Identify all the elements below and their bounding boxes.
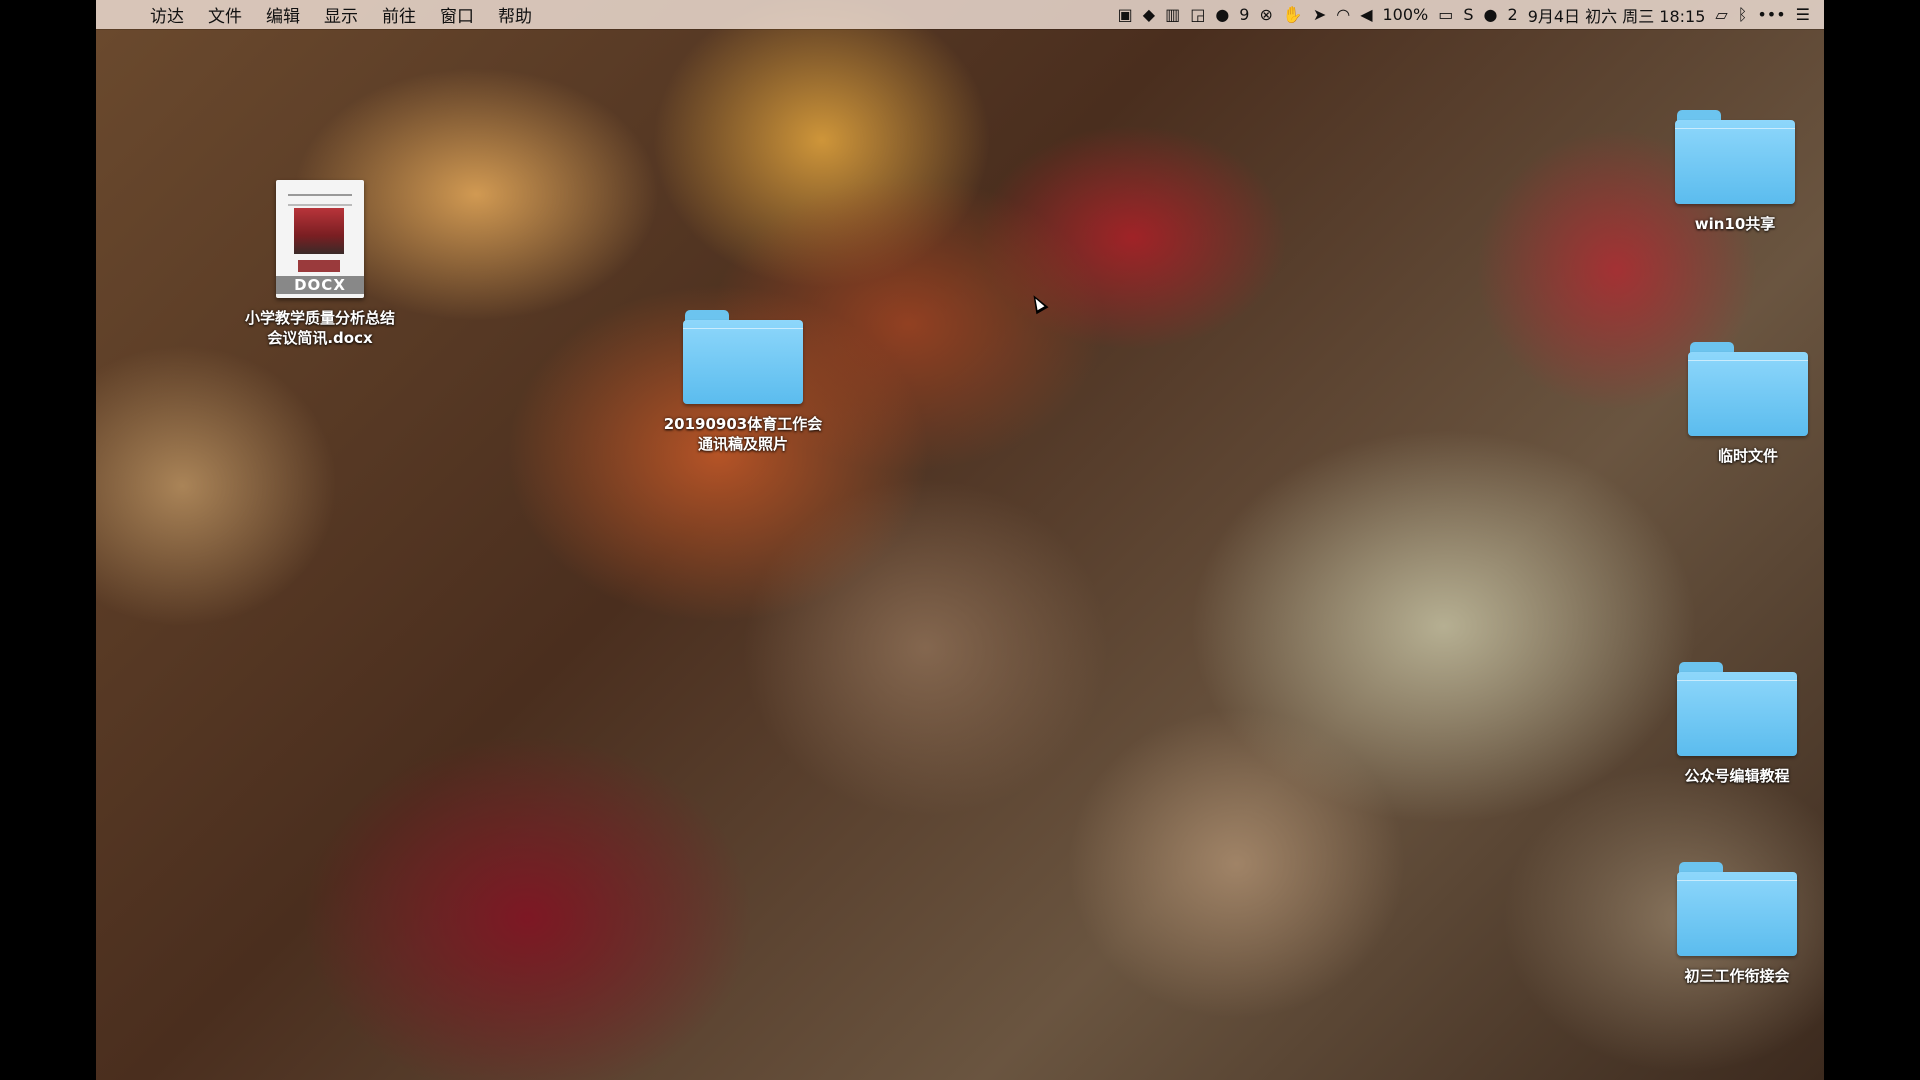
wechat-icon[interactable]: ●: [1484, 6, 1498, 23]
folder-label: win10共享: [1694, 215, 1776, 233]
hand-icon[interactable]: ✋: [1283, 6, 1303, 23]
menu-file[interactable]: 文件: [208, 2, 242, 27]
file-label: 小学教学质量分析总结会议简讯.docx: [244, 309, 395, 347]
desktop-screen: 访达 文件 编辑 显示 前往 窗口 帮助 ▣ ◆ ▥ ◲ ● 9 ⊗ ✋ ➤ ◠…: [96, 0, 1824, 1080]
bluetooth-icon[interactable]: ᛒ: [1738, 6, 1748, 23]
bell-icon[interactable]: ●: [1215, 6, 1229, 23]
folder-icon: [1675, 110, 1795, 204]
menu-view[interactable]: 显示: [324, 2, 358, 27]
battery-percent: 100%: [1382, 5, 1429, 24]
docx-file-icon: DOCX: [276, 180, 364, 298]
menu-edit[interactable]: 编辑: [266, 2, 300, 27]
airplay-icon[interactable]: ▱: [1715, 6, 1727, 23]
notification-count: 9: [1239, 5, 1250, 24]
send-icon[interactable]: ➤: [1313, 6, 1326, 23]
more-icon[interactable]: •••: [1757, 6, 1785, 23]
folder-icon: [683, 310, 803, 404]
menu-bar: 访达 文件 编辑 显示 前往 窗口 帮助 ▣ ◆ ▥ ◲ ● 9 ⊗ ✋ ➤ ◠…: [96, 0, 1824, 29]
menu-window[interactable]: 窗口: [440, 2, 474, 27]
book-icon[interactable]: ▥: [1165, 6, 1180, 23]
desktop-folder-wechat-tutorial[interactable]: 公众号编辑教程: [1657, 662, 1817, 786]
battery-icon[interactable]: ▭: [1438, 6, 1453, 23]
folder-icon: [1677, 662, 1797, 756]
no-sign-icon[interactable]: ⊗: [1259, 6, 1272, 23]
desktop-folder-sports[interactable]: 20190903体育工作会通讯稿及照片: [663, 310, 823, 454]
folder-label: 公众号编辑教程: [1684, 767, 1790, 785]
folder-label: 临时文件: [1717, 447, 1778, 465]
volume-icon[interactable]: ◀: [1360, 6, 1372, 23]
menu-finder[interactable]: 访达: [150, 2, 184, 27]
desktop-folder-win10-share[interactable]: win10共享: [1655, 110, 1815, 234]
folder-icon: [1677, 862, 1797, 956]
wechat-count: 2: [1507, 5, 1518, 24]
date-time[interactable]: 9月4日 初六 周三 18:15: [1528, 3, 1706, 27]
menu-help[interactable]: 帮助: [498, 2, 532, 27]
fox-icon[interactable]: ◆: [1143, 6, 1155, 23]
desktop-folder-grade9[interactable]: 初三工作衔接会: [1657, 862, 1817, 986]
file-ext-label: DOCX: [276, 276, 364, 294]
scan-icon[interactable]: ◲: [1190, 6, 1205, 23]
screen-record-icon[interactable]: ▣: [1118, 6, 1133, 23]
desktop-file-docx[interactable]: DOCX 小学教学质量分析总结会议简讯.docx: [240, 180, 400, 348]
notification-center-icon[interactable]: ☰: [1796, 6, 1810, 23]
desktop-folder-temp[interactable]: 临时文件: [1668, 342, 1824, 466]
s-app-icon[interactable]: S: [1463, 6, 1473, 23]
folder-label: 初三工作衔接会: [1684, 967, 1790, 985]
status-area: ▣ ◆ ▥ ◲ ● 9 ⊗ ✋ ➤ ◠ ◀ 100% ▭ S ● 2 9月4日 …: [1118, 3, 1810, 27]
folder-label: 20190903体育工作会通讯稿及照片: [663, 415, 823, 453]
menu-go[interactable]: 前往: [382, 2, 416, 27]
wifi-icon[interactable]: ◠: [1336, 6, 1350, 23]
mouse-cursor-icon: [1027, 291, 1049, 315]
folder-icon: [1688, 342, 1808, 436]
